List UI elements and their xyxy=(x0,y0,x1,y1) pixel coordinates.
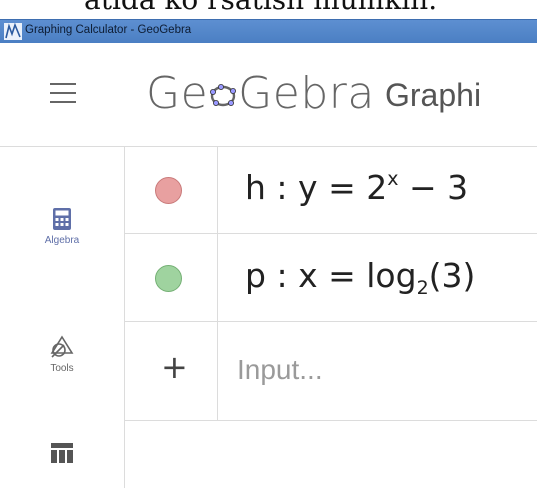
sidebar-item-algebra[interactable]: Algebra xyxy=(0,207,124,246)
add-item-plus-icon[interactable]: + xyxy=(161,348,188,386)
logo-o-icon xyxy=(210,84,237,107)
tools-shapes-icon xyxy=(50,335,74,358)
sidebar-item-table[interactable] xyxy=(0,442,124,468)
logo-text-right: Gebra xyxy=(238,68,375,119)
visibility-toggle-h[interactable] xyxy=(155,177,182,204)
algebra-view: h : y = 2x − 3 p : x = log2(3) + Input..… xyxy=(125,146,537,488)
expression-h[interactable]: h : y = 2x − 3 xyxy=(245,168,468,207)
marker-cell xyxy=(125,234,218,321)
algebra-input-row[interactable]: + Input... xyxy=(125,322,537,421)
sidebar-item-tools[interactable]: Tools xyxy=(0,335,124,374)
window-title: Graphing Calculator - GeoGebra xyxy=(25,24,192,36)
geogebra-logo: Ge Gebra xyxy=(146,68,375,119)
marker-cell xyxy=(125,146,218,233)
logo-text-left: Ge xyxy=(146,68,209,119)
geogebra-window-icon xyxy=(4,23,22,40)
table-icon xyxy=(51,443,73,463)
document-text-fragment: atida ko rsatish mumkin. xyxy=(84,0,437,16)
expression-p[interactable]: p : x = log2(3) xyxy=(245,256,475,299)
app-name: Graphi xyxy=(385,77,482,113)
algebra-row-h[interactable]: h : y = 2x − 3 xyxy=(125,146,537,234)
menu-hamburger-icon[interactable] xyxy=(50,83,76,105)
sidebar-item-label: Tools xyxy=(50,363,74,374)
calculator-icon xyxy=(53,208,71,230)
marker-cell: + xyxy=(125,322,218,420)
sidebar-item-label: Algebra xyxy=(44,235,80,246)
algebra-row-p[interactable]: p : x = log2(3) xyxy=(125,234,537,322)
app-header: Ge Gebra Graphi xyxy=(0,43,537,146)
sidebar: Algebra Tools xyxy=(0,146,125,488)
background-document-text: atida ko rsatish mumkin. xyxy=(0,0,537,20)
window-titlebar: Graphing Calculator - GeoGebra xyxy=(0,19,537,43)
visibility-toggle-p[interactable] xyxy=(155,265,182,292)
algebra-input-field[interactable]: Input... xyxy=(237,354,323,386)
